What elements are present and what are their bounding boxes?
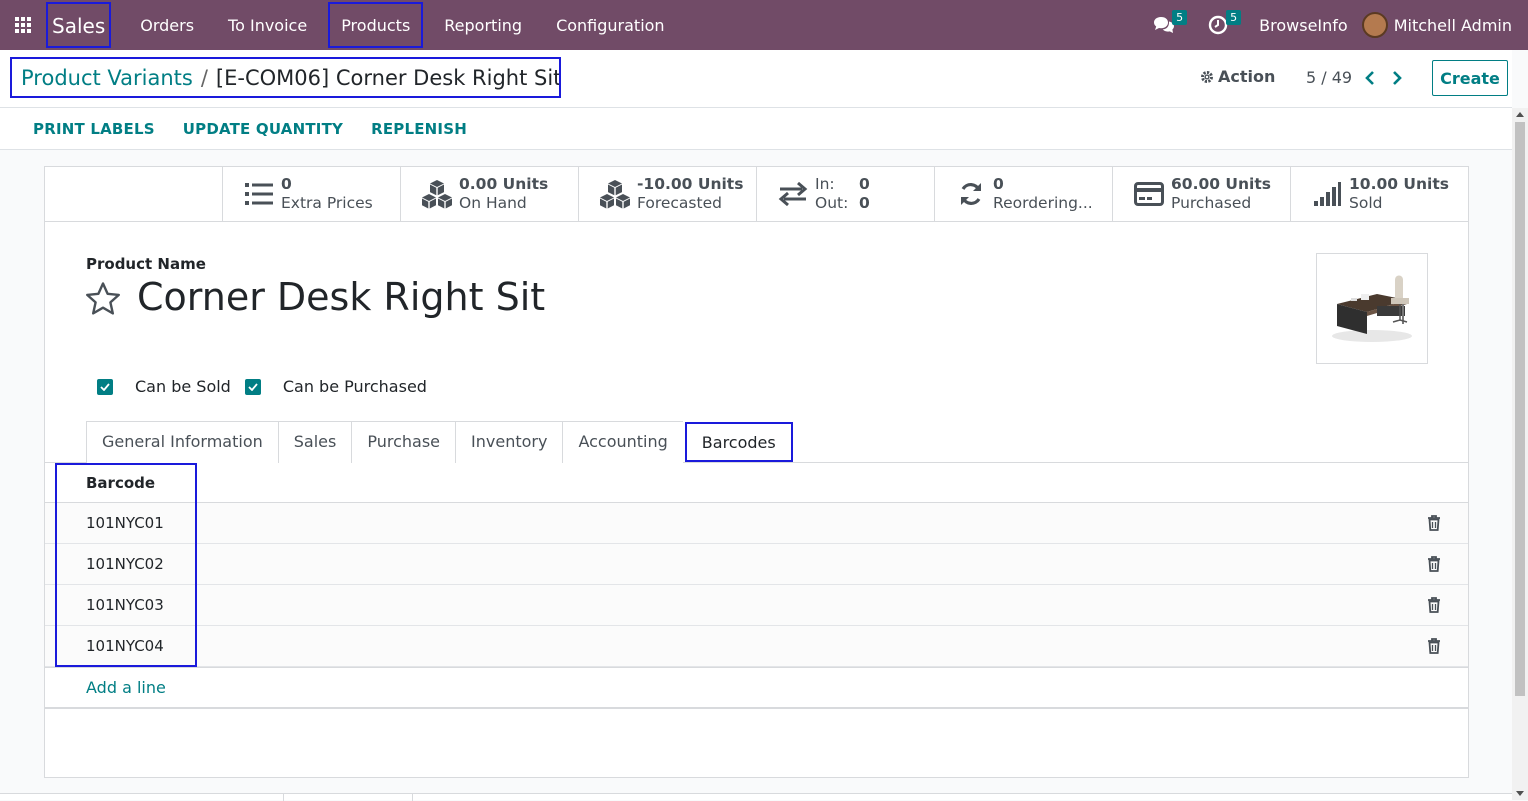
user-menu[interactable]: Mitchell Admin [1394,16,1512,35]
table-row[interactable]: 101NYC03 [45,585,1468,626]
can-be-sold-checkbox[interactable] [97,378,113,395]
smart-button-sold[interactable]: 10.00 Units Sold [1290,167,1468,221]
control-panel: Product Variants / [E-COM06] Corner Desk… [0,50,1512,108]
extra-prices-label: Extra Prices [281,194,373,212]
pager-value[interactable]: 5 / 49 [1306,68,1352,87]
page-scrollbar[interactable] [1512,108,1528,800]
reordering-label: Reordering... [993,194,1093,212]
on-hand-value: 0.00 Units [459,175,549,193]
purchased-label: Purchased [1171,194,1252,212]
menu-configuration[interactable]: Configuration [539,2,682,48]
tab-purchase[interactable]: Purchase [351,421,456,463]
tab-barcodes[interactable]: Barcodes [684,422,793,462]
barcode-column-highlight [55,463,197,667]
apps-menu-icon[interactable] [0,0,46,50]
notebook-tabs: General Information Sales Purchase Inven… [86,421,793,463]
delete-trash-icon[interactable] [1427,597,1441,613]
scrollbar-thumb[interactable] [1515,122,1525,696]
scroll-down-arrow-icon[interactable] [1516,791,1524,796]
menu-reporting[interactable]: Reporting [427,2,539,48]
product-name-field[interactable]: Corner Desk Right Sit [137,275,545,319]
form-statusbar: PRINT LABELS UPDATE QUANTITY REPLENISH [0,108,1512,150]
barcodes-table: Barcode 101NYC01 101NYC02 101NYC03 101NY… [45,463,1468,709]
messages-count-badge: 5 [1172,10,1188,25]
can-be-purchased-checkbox[interactable] [244,378,261,395]
activities-clock-icon[interactable]: 5 [1203,10,1242,40]
breadcrumb: Product Variants / [E-COM06] Corner Desk… [10,57,561,98]
tab-sales[interactable]: Sales [277,421,352,463]
purchased-value: 60.00 Units [1171,175,1271,193]
smart-button-reordering[interactable]: 0 Reordering... [934,167,1112,221]
smart-buttons: 0 Extra Prices 0.00 Units On Hand -10.00 U… [222,167,1469,222]
tab-accounting[interactable]: Accounting [562,421,683,463]
cubes-icon [419,176,455,212]
pager-previous-icon[interactable] [1362,67,1378,89]
credit-card-icon [1131,176,1167,212]
smart-button-on-hand[interactable]: 0.00 Units On Hand [400,167,578,221]
tab-inventory[interactable]: Inventory [455,421,563,463]
update-quantity-button[interactable]: UPDATE QUANTITY [169,120,357,138]
signal-icon [1309,176,1345,212]
form-sheet: 0 Extra Prices 0.00 Units On Hand -10.00 U… [44,166,1469,778]
smart-button-forecasted[interactable]: -10.00 Units Forecasted [578,167,756,221]
on-hand-label: On Hand [459,194,527,212]
table-row[interactable]: 101NYC02 [45,544,1468,585]
breadcrumb-current-record: [E-COM06] Corner Desk Right Sit [215,65,561,90]
cubes-icon [597,176,633,212]
refresh-icon [953,176,989,212]
forecasted-label: Forecasted [637,194,722,212]
menu-to-invoice[interactable]: To Invoice [211,2,324,48]
smart-button-extra-prices[interactable]: 0 Extra Prices [222,167,400,221]
in-value: 0 [859,175,870,193]
can-be-sold-label[interactable]: Can be Sold [135,377,231,396]
sold-value: 10.00 Units [1349,175,1449,193]
can-be-purchased-label[interactable]: Can be Purchased [283,377,427,396]
exchange-icon [775,176,811,212]
smart-button-purchased[interactable]: 60.00 Units Purchased [1112,167,1290,221]
favorite-star-icon[interactable] [85,281,121,317]
table-row[interactable]: 101NYC01 [45,503,1468,544]
user-avatar[interactable] [1361,12,1388,38]
menu-orders[interactable]: Orders [123,2,211,48]
delete-trash-icon[interactable] [1427,638,1441,654]
breadcrumb-separator: / [200,65,208,90]
company-switcher[interactable]: BrowseInfo [1259,16,1348,35]
table-row[interactable]: 101NYC04 [45,626,1468,667]
barcode-column-header[interactable]: Barcode [45,463,1468,503]
forecasted-value: -10.00 Units [637,175,744,193]
in-label: In: [815,175,835,193]
create-button[interactable]: Create [1432,60,1508,96]
sold-label: Sold [1349,194,1383,212]
add-a-line-link[interactable]: Add a line [45,667,1468,707]
product-image[interactable] [1316,253,1428,364]
tab-general-information[interactable]: General Information [86,421,278,463]
replenish-button[interactable]: REPLENISH [357,120,481,138]
smart-button-in-out[interactable]: In: 0 Out: 0 [756,167,934,221]
out-value: 0 [859,194,870,212]
print-labels-button[interactable]: PRINT LABELS [19,120,169,138]
sale-purchase-checkboxes: Can be Sold Can be Purchased [97,377,441,396]
breadcrumb-product-variants[interactable]: Product Variants [21,66,193,90]
bottom-chatter-edge [0,793,1512,801]
product-name-label: Product Name [86,255,206,273]
out-label: Out: [815,194,849,212]
menu-products[interactable]: Products [328,2,424,48]
gear-icon [1201,70,1213,83]
extra-prices-value: 0 [281,175,292,193]
top-navbar: Sales Orders To Invoice Products Reporti… [0,0,1528,50]
reordering-value: 0 [993,175,1004,193]
action-label: Action [1218,67,1276,86]
delete-trash-icon[interactable] [1427,515,1441,531]
list-icon [241,176,277,212]
delete-trash-icon[interactable] [1427,556,1441,572]
scroll-up-arrow-icon[interactable] [1516,112,1524,117]
pager-next-icon[interactable] [1389,67,1405,89]
activities-count-badge: 5 [1226,10,1242,25]
messages-icon[interactable]: 5 [1149,10,1188,40]
app-name-sales[interactable]: Sales [46,2,112,48]
action-menu-button[interactable]: Action [1200,67,1275,86]
